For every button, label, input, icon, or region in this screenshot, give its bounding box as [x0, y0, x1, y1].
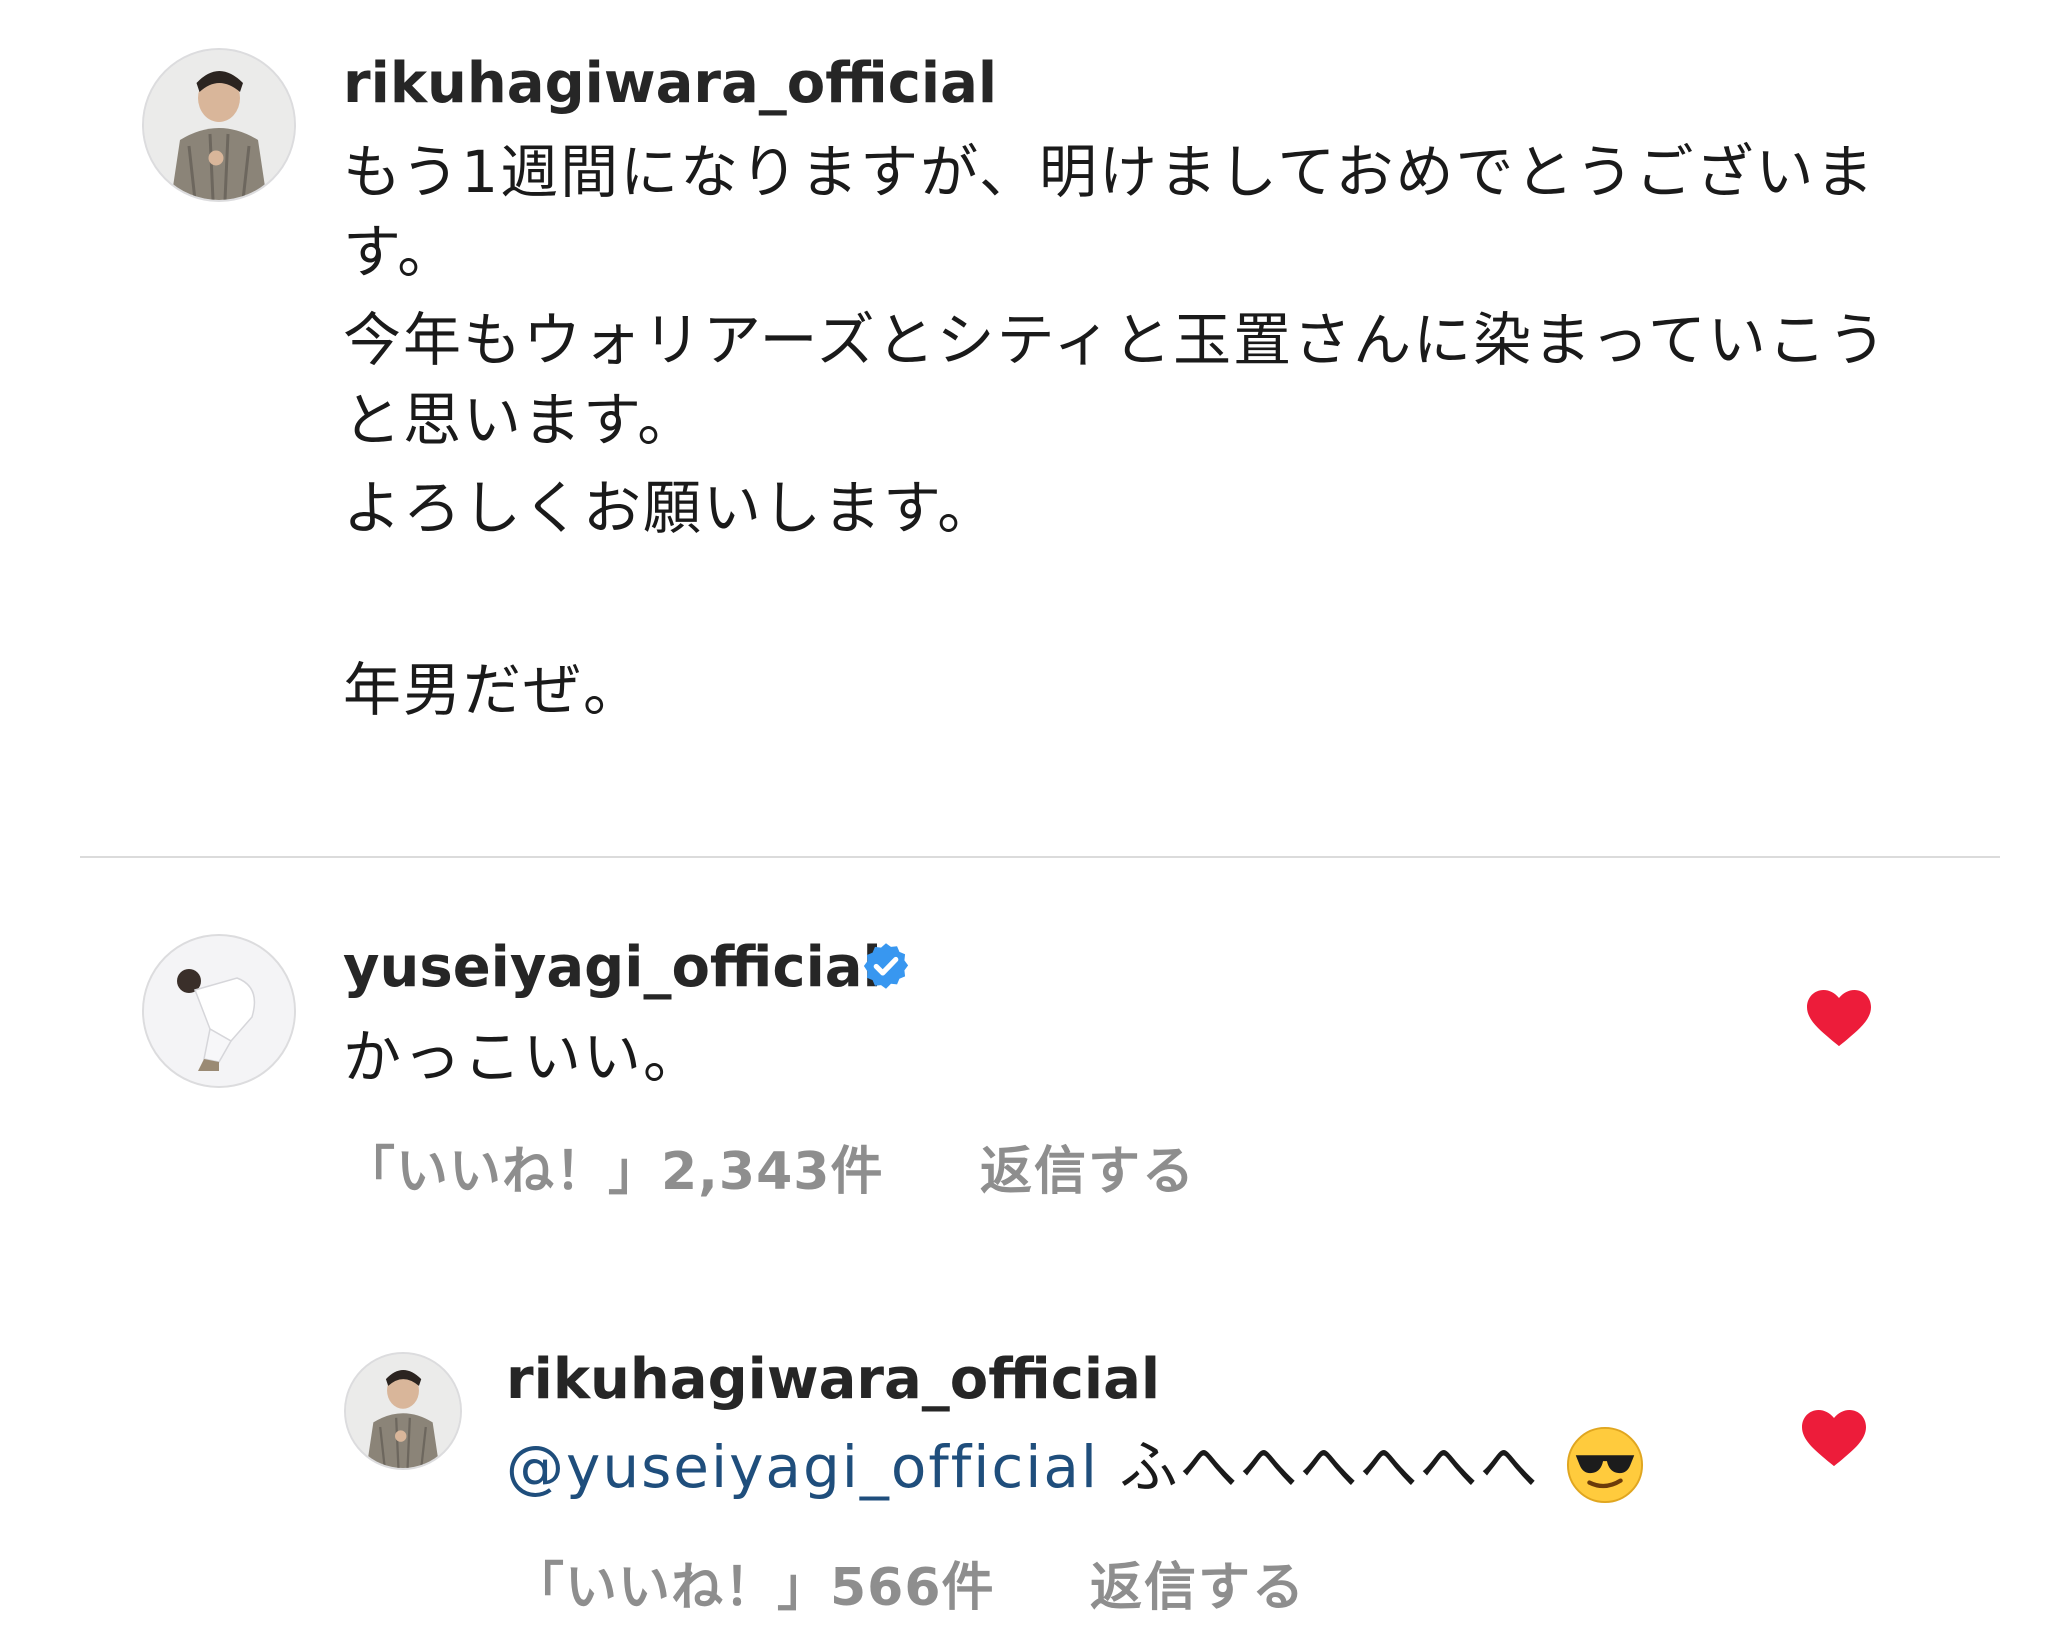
reply-text: @yuseiyagi_official ふへへへへへへ — [506, 1426, 1644, 1510]
reply-like-count[interactable]: 「いいね！」566件 — [512, 1562, 995, 1614]
sunglasses-emoji-icon — [1566, 1426, 1643, 1504]
reply-author-avatar[interactable] — [344, 1352, 462, 1470]
reply-body: ふへへへへへへ — [1119, 1433, 1540, 1502]
comment-text: かっこいい。 — [343, 1023, 704, 1091]
commenter-username[interactable]: yuseiyagi_official — [343, 940, 882, 996]
reply-author-username[interactable]: rikuhagiwara_official — [506, 1352, 1160, 1408]
person-avatar-icon — [346, 1354, 460, 1468]
caption-paragraph: よろしくお願いします。 — [343, 474, 998, 542]
heart-liked-icon[interactable] — [1807, 990, 1871, 1046]
caption-closing: 年男だぜ。 — [343, 656, 644, 724]
caption-paragraph: もう1週間になりますが、明けましておめでとうございます。 — [343, 138, 1876, 286]
commenter-avatar[interactable] — [142, 934, 296, 1088]
reply-reply-button[interactable]: 返信する — [1090, 1562, 1306, 1614]
divider — [80, 856, 2000, 858]
heart-liked-icon[interactable] — [1802, 1410, 1866, 1466]
post-author-username[interactable]: rikuhagiwara_official — [343, 56, 997, 112]
post-caption: もう1週間になりますが、明けましておめでとうございます。 今年もウォリアーズとシ… — [343, 132, 1903, 738]
verified-badge-icon — [863, 943, 909, 989]
post-author-avatar[interactable] — [142, 48, 296, 202]
comment-reply-button[interactable]: 返信する — [980, 1146, 1196, 1198]
caption-paragraph: 今年もウォリアーズとシティと玉置さんに染まっていこうと思います。 — [343, 306, 1888, 454]
comment-like-count[interactable]: 「いいね！」2,343件 — [343, 1146, 883, 1198]
person-avatar-icon — [144, 50, 294, 200]
person-avatar-icon — [144, 936, 294, 1086]
reply-mention-link[interactable]: @yuseiyagi_official — [506, 1433, 1099, 1501]
